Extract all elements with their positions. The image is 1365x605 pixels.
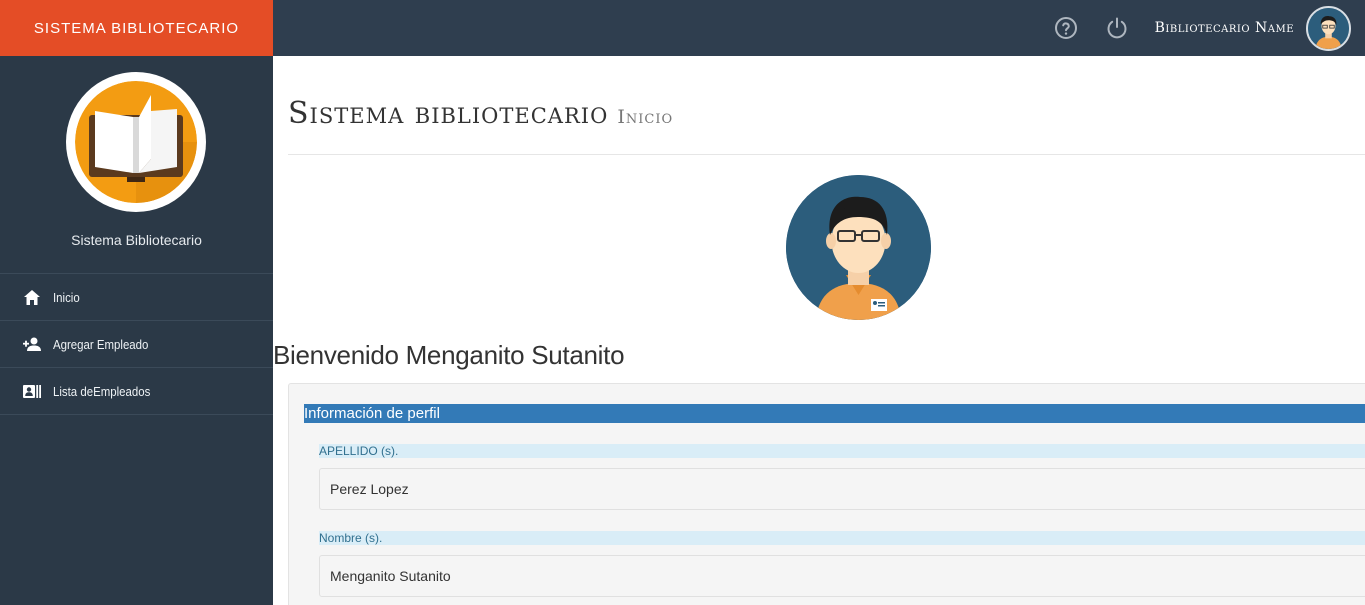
user-name[interactable]: Bibliotecario Name — [1155, 20, 1294, 36]
navbar-right: Bibliotecario Name — [1053, 0, 1351, 56]
home-icon — [22, 289, 42, 305]
welcome-message: Bienvenido Menganito Sutanito — [273, 340, 625, 370]
profile-avatar — [786, 175, 931, 320]
sidebar-item-lista-empleados[interactable]: Lista deEmpleados — [0, 368, 273, 415]
top-navbar: SISTEMA BIBLIOTECARIO Bibliotecario Name — [0, 0, 1365, 56]
sidebar-item-label: Inicio — [53, 289, 80, 305]
brand-logo[interactable]: SISTEMA BIBLIOTECARIO — [0, 0, 273, 56]
add-user-icon — [22, 336, 42, 352]
power-icon[interactable] — [1104, 15, 1130, 41]
sidebar-title: Sistema Bibliotecario — [71, 232, 202, 248]
field-label-apellido: APELLIDO (s). — [319, 444, 1365, 458]
nombre-field[interactable]: Menganito Sutanito — [319, 555, 1365, 597]
sidebar: Sistema Bibliotecario Inicio Agregar Emp… — [0, 56, 273, 605]
question-circle-icon[interactable] — [1053, 15, 1079, 41]
heading-divider — [288, 154, 1365, 155]
sidebar-item-inicio[interactable]: Inicio — [0, 274, 273, 321]
sidebar-menu: Inicio Agregar Empleado Lista deEmpleado… — [0, 273, 273, 415]
panel-title: Información de perfil — [304, 404, 1365, 423]
sidebar-item-agregar-empleado[interactable]: Agregar Empleado — [0, 321, 273, 368]
page-title: Sistema bibliotecario Inicio — [288, 96, 673, 131]
id-card-icon — [22, 383, 42, 399]
apellido-field[interactable]: Perez Lopez — [319, 468, 1365, 510]
sidebar-item-label: Agregar Empleado — [53, 336, 149, 352]
sidebar-item-label: Lista deEmpleados — [53, 383, 151, 399]
sidebar-logo — [66, 72, 206, 212]
profile-panel: Información de perfil APELLIDO (s). Pere… — [288, 383, 1365, 605]
page-subtitle: Inicio — [617, 106, 674, 128]
field-label-nombre: Nombre (s). — [319, 531, 1365, 545]
user-avatar[interactable] — [1306, 5, 1351, 51]
open-book-icon — [75, 81, 197, 203]
page-title-text: Sistema bibliotecario — [288, 96, 609, 131]
main-content: Sistema bibliotecario Inicio Bienvenido … — [273, 56, 1365, 605]
